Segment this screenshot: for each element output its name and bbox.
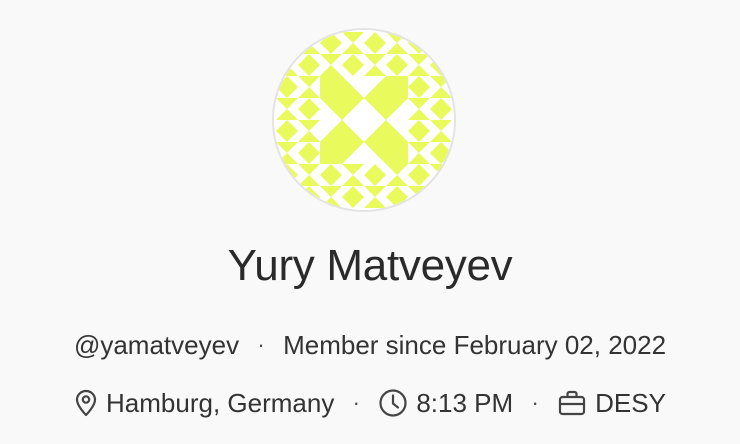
location-text: Hamburg, Germany — [106, 387, 335, 418]
profile-card: Yury Matveyev @yamatveyev · Member since… — [0, 0, 740, 444]
profile-details-row: Hamburg, Germany · 8:13 PM · DESY — [0, 384, 740, 422]
local-time-text: 8:13 PM — [416, 387, 514, 418]
map-pin-icon — [74, 389, 98, 417]
briefcase-icon — [557, 389, 587, 417]
separator: · — [352, 390, 360, 415]
username: @yamatveyev — [73, 329, 240, 360]
profile-meta-row: @yamatveyev · Member since February 02, … — [0, 326, 740, 364]
location: Hamburg, Germany — [74, 388, 334, 419]
identicon-pattern — [274, 30, 454, 210]
avatar — [274, 30, 454, 210]
organization-text: DESY — [595, 387, 666, 418]
local-time: 8:13 PM — [378, 388, 513, 419]
clock-icon — [378, 388, 408, 418]
separator: · — [257, 332, 265, 357]
separator: · — [531, 390, 539, 415]
member-since: Member since February 02, 2022 — [283, 329, 667, 360]
organization: DESY — [557, 388, 666, 419]
profile-name: Yury Matveyev — [227, 241, 513, 290]
